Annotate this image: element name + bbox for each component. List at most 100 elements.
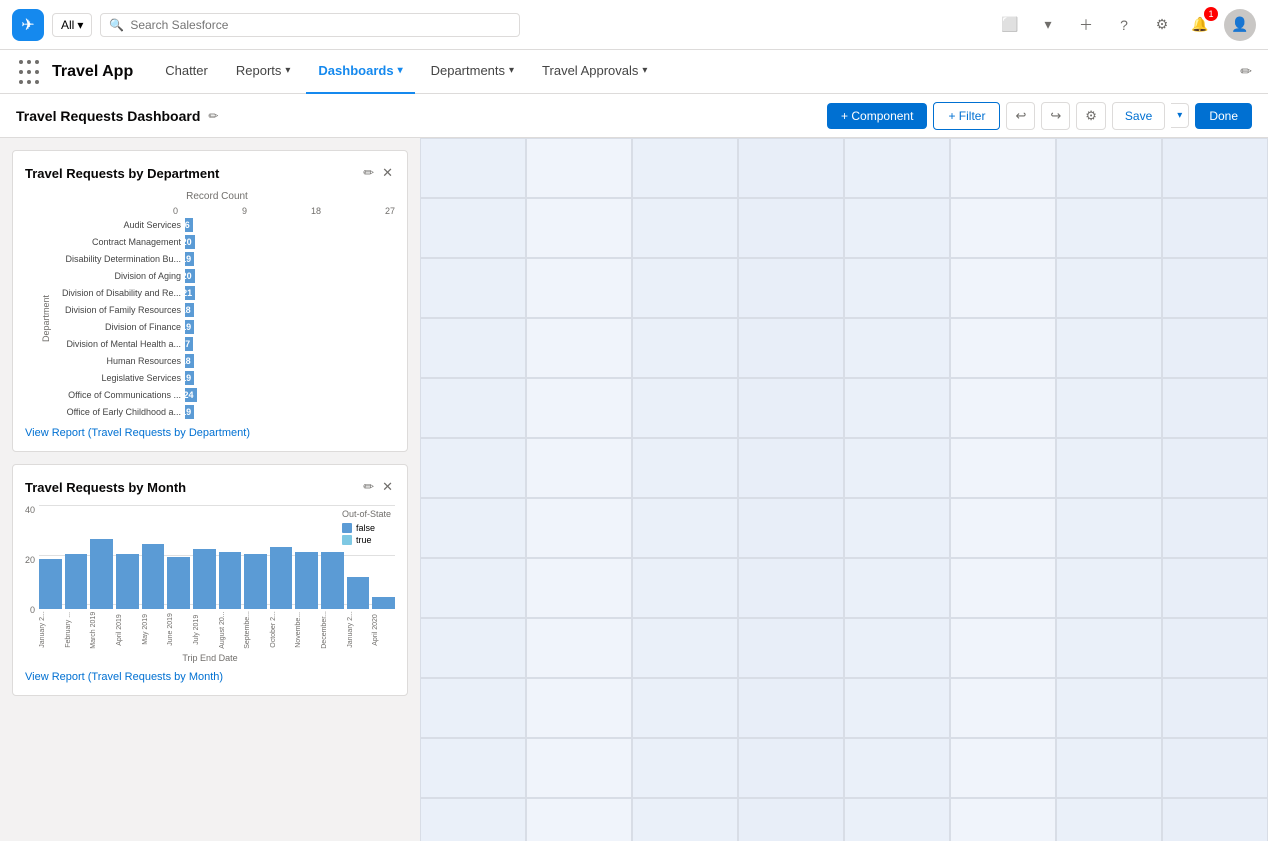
grid-cell [738, 618, 844, 678]
bar-label: Division of Mental Health a... [51, 339, 181, 349]
edit-month-widget-button[interactable]: ✏ [361, 477, 376, 497]
bar-fill: 17 [185, 337, 193, 351]
grid-cell [1162, 378, 1268, 438]
table-row: Contract Management20 [51, 235, 198, 249]
x-axis-title: Record Count [39, 191, 395, 202]
add-filter-button[interactable]: + Filter [933, 102, 1000, 130]
x-tick-27: 27 [385, 206, 395, 216]
col-x-axis: January 2...February ...March 2019April … [39, 611, 395, 649]
bar-fill: 19 [185, 405, 194, 419]
grid-cell [1056, 378, 1162, 438]
search-input[interactable] [130, 18, 511, 32]
bars-area: January 2...February ...March 2019April … [39, 505, 395, 649]
grid-cell [1162, 618, 1268, 678]
settings-cog-button[interactable]: ⚙ [1076, 102, 1106, 130]
close-month-widget-button[interactable]: ✕ [380, 477, 395, 497]
table-row: Audit Services16 [51, 218, 198, 232]
nav-item-reports[interactable]: Reports ▾ [224, 50, 303, 94]
grid-cell [738, 738, 844, 798]
department-chart-area: Record Count 0 9 18 27 Department Audit … [25, 191, 395, 419]
bar-label: Audit Services [51, 220, 181, 230]
grid-cell [844, 558, 950, 618]
expand-icon[interactable]: ⬜ [996, 11, 1024, 39]
app-navigation-bar: Travel App Chatter Reports ▾ Dashboards … [0, 50, 1268, 94]
top-navigation-bar: ✈ All ▾ 🔍 ⬜ ▾ ＋ ? ⚙ 🔔 1 👤 [0, 0, 1268, 50]
grid-cell [420, 498, 526, 558]
grid-cell [632, 378, 738, 438]
list-item [270, 547, 293, 610]
bar-value: 19 [181, 254, 194, 264]
grid-cell [844, 378, 950, 438]
grid-cell [950, 498, 1056, 558]
grid-cell [844, 318, 950, 378]
grid-cell [950, 738, 1056, 798]
right-grid-panel [420, 138, 1268, 841]
grid-cell [526, 678, 632, 738]
add-icon[interactable]: ＋ [1072, 11, 1100, 39]
table-row: Office of Early Childhood a... 19 [51, 405, 198, 419]
chevron-down-icon: ▾ [642, 65, 647, 76]
table-row: Legislative Services19 [51, 371, 198, 385]
undo-button[interactable]: ↩ [1006, 102, 1035, 130]
grid-cell [420, 558, 526, 618]
view-report-department-link[interactable]: View Report (Travel Requests by Departme… [25, 427, 395, 439]
col-chart-container: 40 20 0 January 2...February ...March 20… [25, 505, 395, 649]
table-row: Division of Disability and Re...21 [51, 286, 198, 300]
x-axis-title: Trip End Date [25, 653, 395, 663]
top-bar-right-actions: ⬜ ▾ ＋ ? ⚙ 🔔 1 👤 [996, 9, 1256, 41]
grid-cell [420, 378, 526, 438]
bar-track: 17 [185, 337, 198, 351]
grid-cell [738, 558, 844, 618]
nav-item-dashboards[interactable]: Dashboards ▾ [306, 50, 414, 94]
x-tick-9: 9 [242, 206, 247, 216]
y-tick-40: 40 [25, 505, 35, 515]
grid-cell [950, 618, 1056, 678]
waffle-menu[interactable] [16, 58, 44, 86]
salesforce-app-icon: ✈ [12, 9, 44, 41]
x-label: Septembe... [244, 611, 267, 649]
dropdown-icon[interactable]: ▾ [1034, 11, 1062, 39]
grid-cell [844, 678, 950, 738]
add-component-button[interactable]: + Component [827, 103, 927, 129]
grid-cell [420, 198, 526, 258]
save-dropdown-button[interactable]: ▾ [1171, 103, 1189, 128]
nav-item-departments[interactable]: Departments ▾ [419, 50, 526, 94]
grid-cell [1056, 498, 1162, 558]
grid-cell [844, 498, 950, 558]
help-icon[interactable]: ? [1110, 11, 1138, 39]
user-avatar[interactable]: 👤 [1224, 9, 1256, 41]
view-report-month-link[interactable]: View Report (Travel Requests by Month) [25, 671, 395, 683]
list-item [116, 554, 139, 609]
search-scope-selector[interactable]: All ▾ [52, 13, 92, 37]
save-button[interactable]: Save [1112, 102, 1165, 130]
bar-fill: 20 [185, 235, 195, 249]
nav-item-chatter[interactable]: Chatter [153, 50, 220, 94]
main-content-area: Travel Requests by Department ✏ ✕ Record… [0, 138, 1268, 841]
done-button[interactable]: Done [1195, 103, 1252, 129]
edit-widget-button[interactable]: ✏ [361, 163, 376, 183]
grid-cell [420, 618, 526, 678]
dashboard-grid [420, 138, 1268, 841]
chevron-down-icon: ▾ [398, 65, 403, 76]
bar-label: Office of Early Childhood a... [51, 407, 181, 417]
x-label: Novembe... [295, 611, 318, 649]
close-widget-button[interactable]: ✕ [380, 163, 395, 183]
redo-button[interactable]: ↪ [1041, 102, 1070, 130]
grid-cell [950, 198, 1056, 258]
table-row: Division of Finance19 [51, 320, 198, 334]
dashboard-title-edit-button[interactable]: ✏ [208, 109, 218, 123]
settings-icon[interactable]: ⚙ [1148, 11, 1176, 39]
nav-item-travel-approvals[interactable]: Travel Approvals ▾ [530, 50, 659, 94]
grid-cell [950, 318, 1056, 378]
grid-cell [738, 438, 844, 498]
chevron-down-icon: ▾ [509, 65, 514, 76]
grid-cell [844, 258, 950, 318]
global-search-bar[interactable]: 🔍 [100, 13, 520, 37]
notification-bell[interactable]: 🔔 1 [1186, 11, 1214, 39]
bar-label: Division of Family Resources [51, 305, 181, 315]
nav-edit-button[interactable]: ✏ [1240, 63, 1252, 80]
bar-value: 20 [182, 271, 195, 281]
grid-cell [526, 618, 632, 678]
grid-cell [950, 138, 1056, 198]
grid-cell [844, 618, 950, 678]
